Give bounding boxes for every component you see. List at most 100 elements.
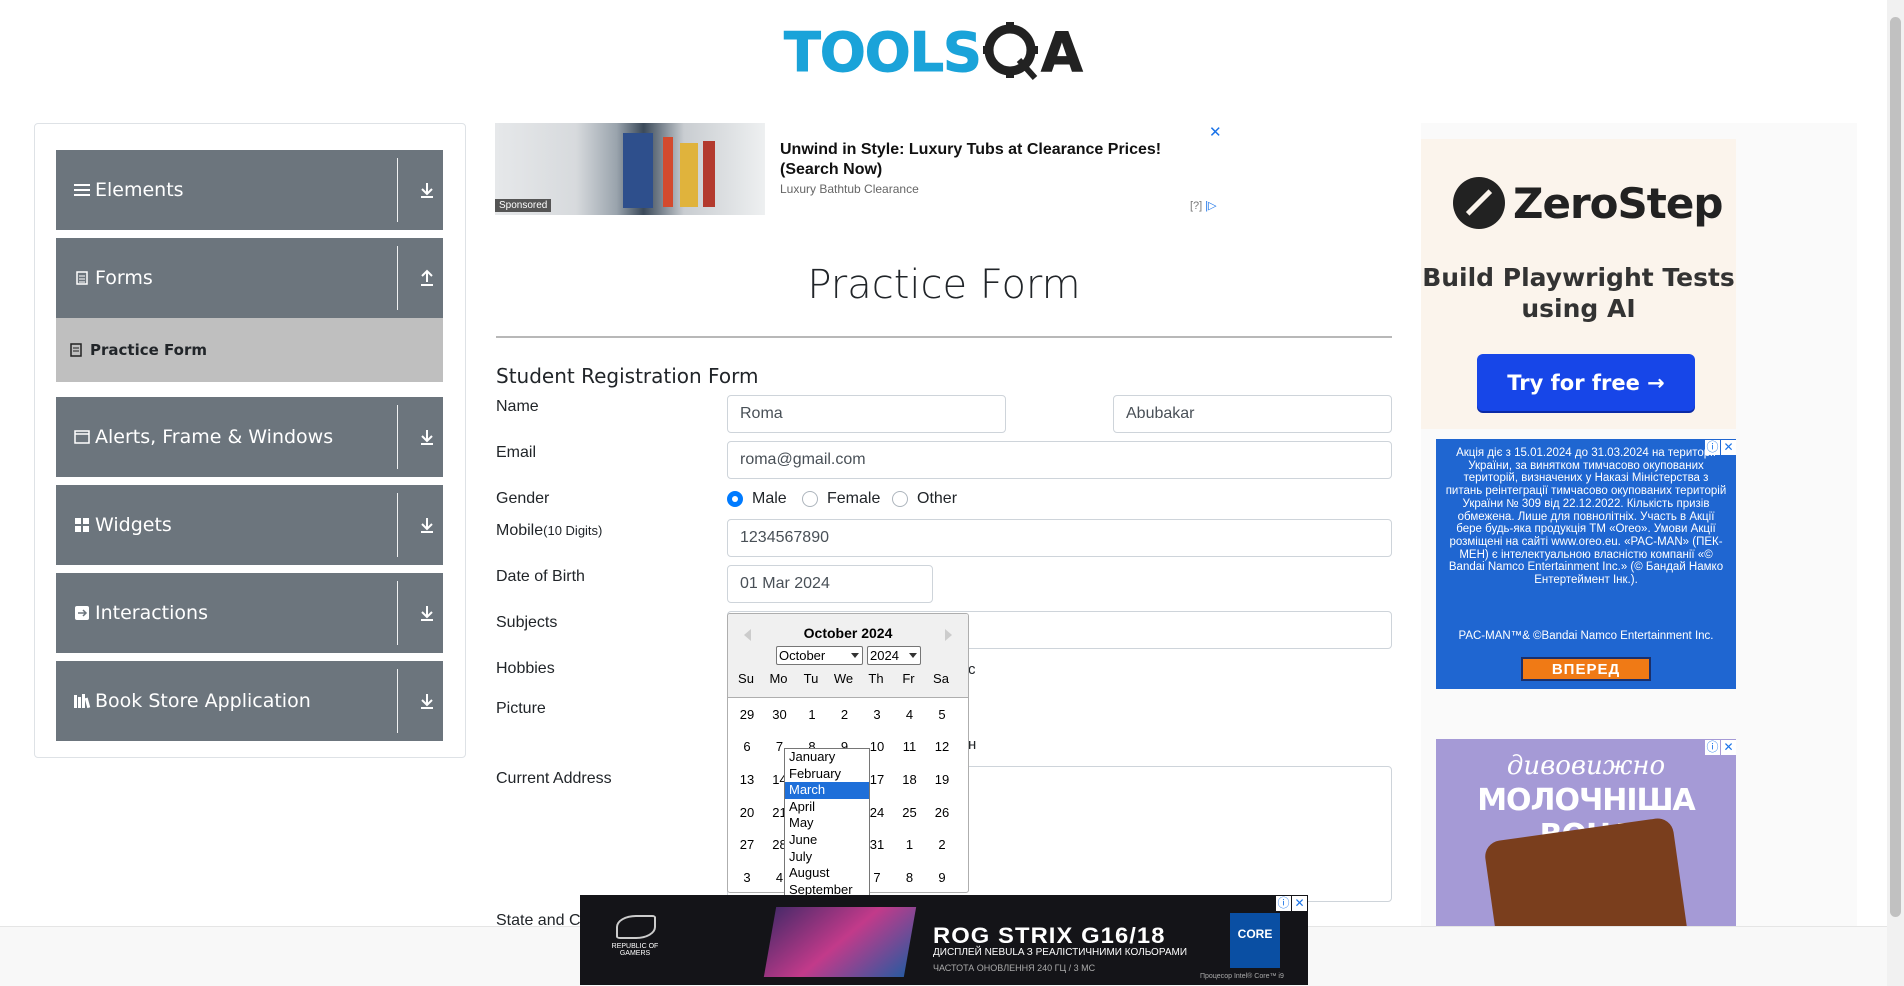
ad-info-icon[interactable]: [?] |▷ [1190, 199, 1217, 212]
mobile-hint: (10 Digits) [543, 523, 603, 538]
year-select[interactable]: 2024 [867, 646, 921, 665]
email-input[interactable]: roma@gmail.com [727, 441, 1392, 479]
sidebar-group-label: Forms [95, 267, 153, 289]
first-name-input[interactable]: Roma [727, 395, 1006, 433]
month-option[interactable]: March [785, 782, 869, 799]
gender-radio-male[interactable]: Male [727, 490, 787, 508]
sidebar-group-forms[interactable]: Forms [56, 238, 443, 318]
close-icon[interactable]: ✕ [1721, 740, 1736, 755]
date-of-birth-input[interactable]: 01 Mar 2024 [727, 565, 933, 603]
calendar-day[interactable]: 30 [765, 707, 795, 722]
upload-icon [421, 269, 433, 286]
calendar-day[interactable]: 2 [830, 707, 860, 722]
calendar-day[interactable]: 3 [862, 707, 892, 722]
rog-brand: REPUBLIC OF GAMERS [611, 943, 659, 957]
weekday-name: Mo [769, 671, 788, 686]
ad-title[interactable]: Unwind in Style: Luxury Tubs at Clearanc… [780, 140, 1200, 180]
radio-button[interactable] [892, 491, 908, 507]
sidebar-group-book-store[interactable]: Book Store Application [56, 661, 443, 741]
calendar-day[interactable]: 11 [895, 739, 925, 754]
picture-label: Picture [496, 700, 546, 717]
calendar-day[interactable]: 9 [927, 870, 957, 885]
calendar-day[interactable]: 4 [895, 707, 925, 722]
mobile-label-text: Mobile [496, 522, 544, 539]
ad-question: [?] [1190, 200, 1203, 212]
calendar-day[interactable]: 27 [732, 837, 762, 852]
calendar-day[interactable]: 18 [895, 772, 925, 787]
calendar-day[interactable]: 26 [927, 805, 957, 820]
month-option[interactable]: June [785, 832, 869, 849]
divider [397, 246, 398, 310]
calendar-day[interactable]: 3 [732, 870, 762, 885]
toolsqa-logo[interactable]: TOOLS A [784, 14, 1084, 90]
gender-radio-other[interactable]: Other [892, 490, 957, 508]
weekday-name: Su [738, 671, 754, 686]
download-icon [421, 430, 433, 445]
calendar-day[interactable]: 29 [732, 707, 762, 722]
close-icon[interactable]: ✕ [1721, 440, 1736, 455]
last-name-input[interactable]: Abubakar [1113, 395, 1392, 433]
rog-ad-banner[interactable]: REPUBLIC OF GAMERS ROG STRIX G16/18 ДИСП… [580, 895, 1308, 985]
ad-info-icon[interactable]: ⓘ [1276, 896, 1291, 911]
logo-text-tools: TOOLS [784, 20, 983, 84]
zerostep-name: ZeroStep [1513, 178, 1723, 228]
sidebar-group-label: Alerts, Frame & Windows [95, 426, 334, 448]
year-select-value: 2024 [870, 648, 899, 663]
sidebar-group-interactions[interactable]: Interactions [56, 573, 443, 653]
ad-info-icon[interactable]: ⓘ [1705, 440, 1720, 455]
radio-button[interactable] [727, 491, 743, 507]
calendar-day[interactable]: 2 [927, 837, 957, 852]
sidebar: Elements Forms Practice Form Alerts, Fra… [34, 123, 466, 758]
mobile-label: Mobile(10 Digits) [496, 522, 602, 540]
calendar-day[interactable]: 12 [927, 739, 957, 754]
sidebar-item-practice-form[interactable]: Practice Form [56, 318, 443, 382]
dob-label: Date of Birth [496, 568, 585, 585]
sidebar-group-label: Elements [95, 179, 184, 201]
month-option[interactable]: January [785, 749, 869, 766]
close-icon[interactable]: ✕ [1292, 896, 1307, 911]
calendar-day[interactable]: 8 [895, 870, 925, 885]
ad-info-icon[interactable]: ⓘ [1705, 740, 1720, 755]
mobile-input[interactable]: 1234567890 [727, 519, 1392, 557]
sidebar-item-label: Practice Form [90, 341, 207, 359]
gear-icon [982, 22, 1038, 80]
scrollbar-thumb[interactable] [1890, 17, 1901, 917]
gender-label: Gender [496, 490, 550, 507]
oreo-ad[interactable]: Акція діє з 15.01.2024 до 31.03.2024 на … [1436, 439, 1736, 689]
calendar-day[interactable]: 1 [895, 837, 925, 852]
calendar-day[interactable]: 25 [895, 805, 925, 820]
page-scrollbar[interactable] [1887, 0, 1904, 986]
calendar-day[interactable]: 19 [927, 772, 957, 787]
document-icon [70, 343, 82, 357]
month-select-value: October [779, 648, 826, 663]
try-for-free-button[interactable]: Try for free → [1477, 354, 1695, 411]
sidebar-group-elements[interactable]: Elements [56, 150, 443, 230]
calendar-day[interactable]: 13 [732, 772, 762, 787]
sidebar-group-alerts[interactable]: Alerts, Frame & Windows [56, 397, 443, 477]
sponsored-badge: Sponsored [495, 199, 552, 212]
ad-image: Sponsored [495, 123, 765, 215]
month-option[interactable]: August [785, 865, 869, 882]
calendar-day[interactable]: 20 [732, 805, 762, 820]
vpered-button[interactable]: ВПЕРЕД [1521, 657, 1651, 681]
hobbies-label: Hobbies [496, 660, 555, 677]
close-icon[interactable]: ✕ [1209, 123, 1222, 141]
gender-radio-female[interactable]: Female [802, 490, 880, 508]
picture-fragment: н [968, 736, 977, 753]
sidebar-group-widgets[interactable]: Widgets [56, 485, 443, 565]
calendar-day[interactable]: 1 [797, 707, 827, 722]
calendar-day[interactable]: 5 [927, 707, 957, 722]
calendar-day[interactable]: 6 [732, 739, 762, 754]
radio-button[interactable] [802, 491, 818, 507]
month-option[interactable]: April [785, 799, 869, 816]
month-option[interactable]: May [785, 815, 869, 832]
top-ad-banner[interactable]: Sponsored Unwind in Style: Luxury Tubs a… [495, 123, 1225, 215]
divider [397, 158, 398, 222]
month-option[interactable]: July [785, 849, 869, 866]
month-option[interactable]: February [785, 766, 869, 783]
zerostep-ad[interactable]: ZeroStep Build Playwright Tests using AI… [1421, 139, 1736, 429]
address-label: Current Address [496, 770, 612, 787]
weekday-name: Fr [902, 671, 915, 686]
month-select[interactable]: October [776, 646, 863, 665]
sidebar-group-label: Interactions [95, 602, 208, 624]
